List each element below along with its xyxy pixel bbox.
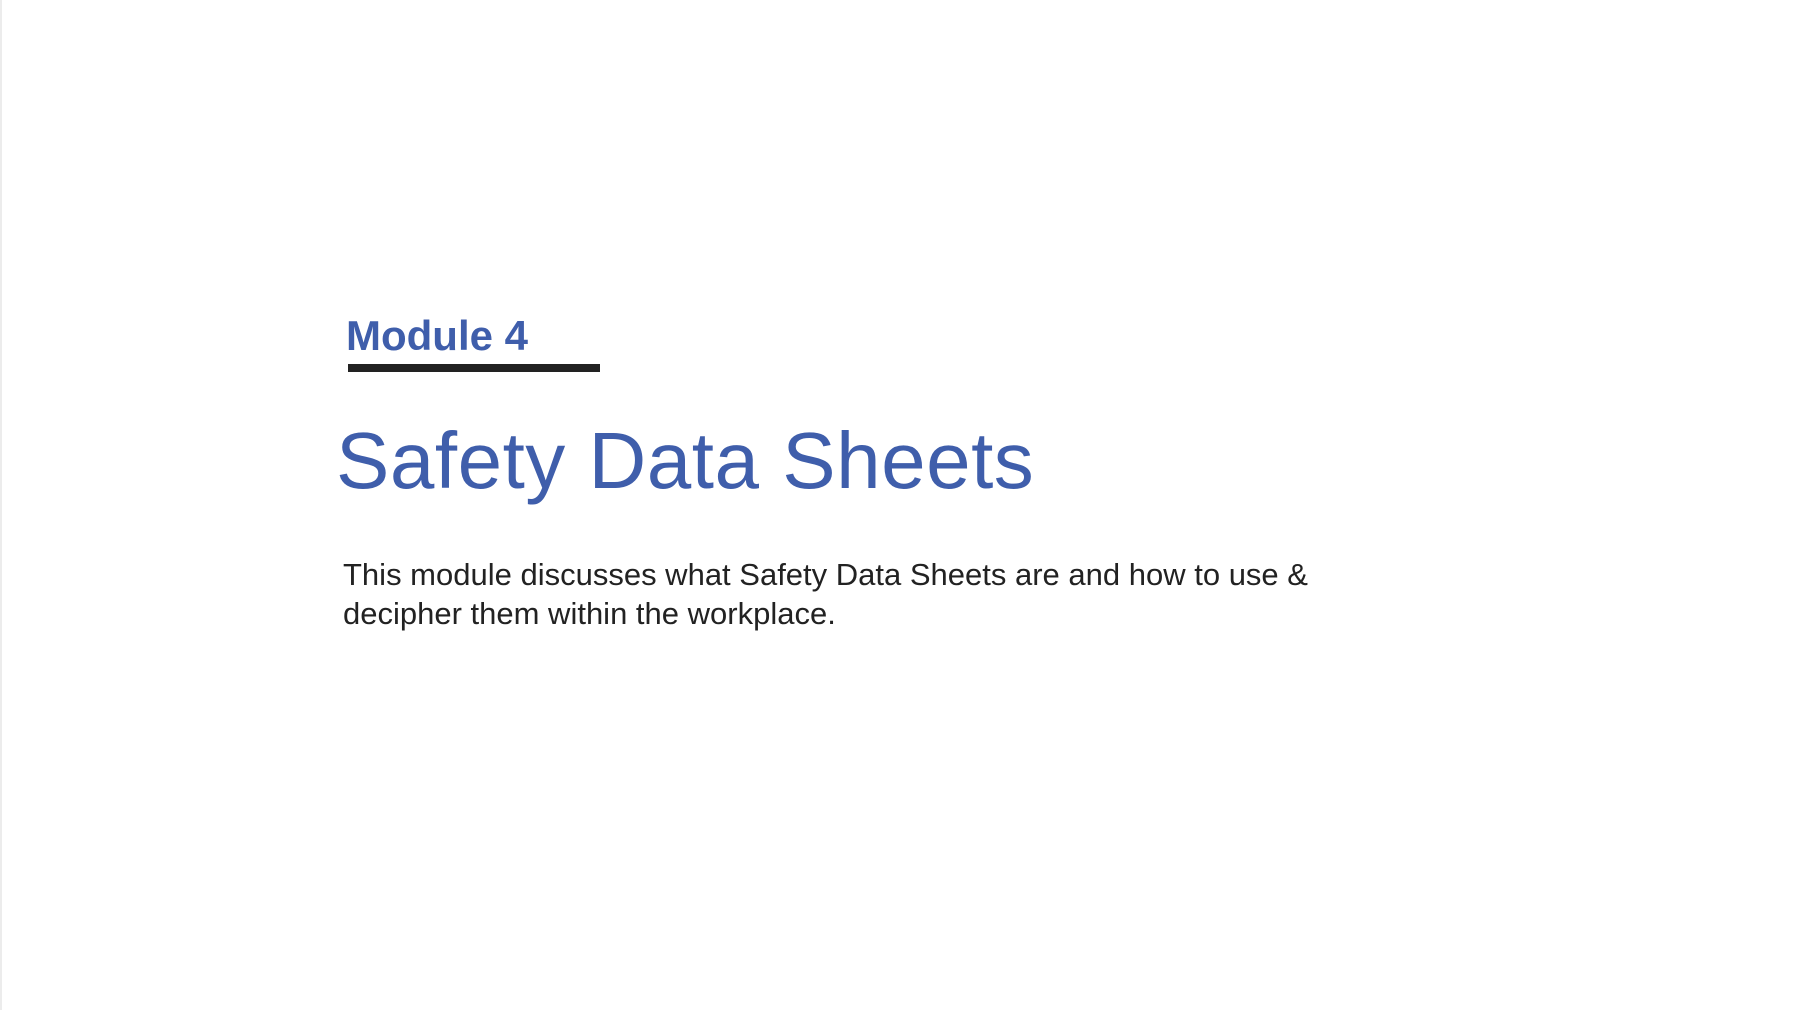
slide-description: This module discusses what Safety Data S… xyxy=(343,557,1308,631)
slide-left-edge xyxy=(0,0,2,1010)
slide-canvas: Module 4 Safety Data Sheets This module … xyxy=(0,0,1800,1010)
slide-title: Safety Data Sheets xyxy=(336,416,1035,505)
module-label: Module 4 xyxy=(346,312,529,359)
module-label-underline xyxy=(348,364,600,372)
